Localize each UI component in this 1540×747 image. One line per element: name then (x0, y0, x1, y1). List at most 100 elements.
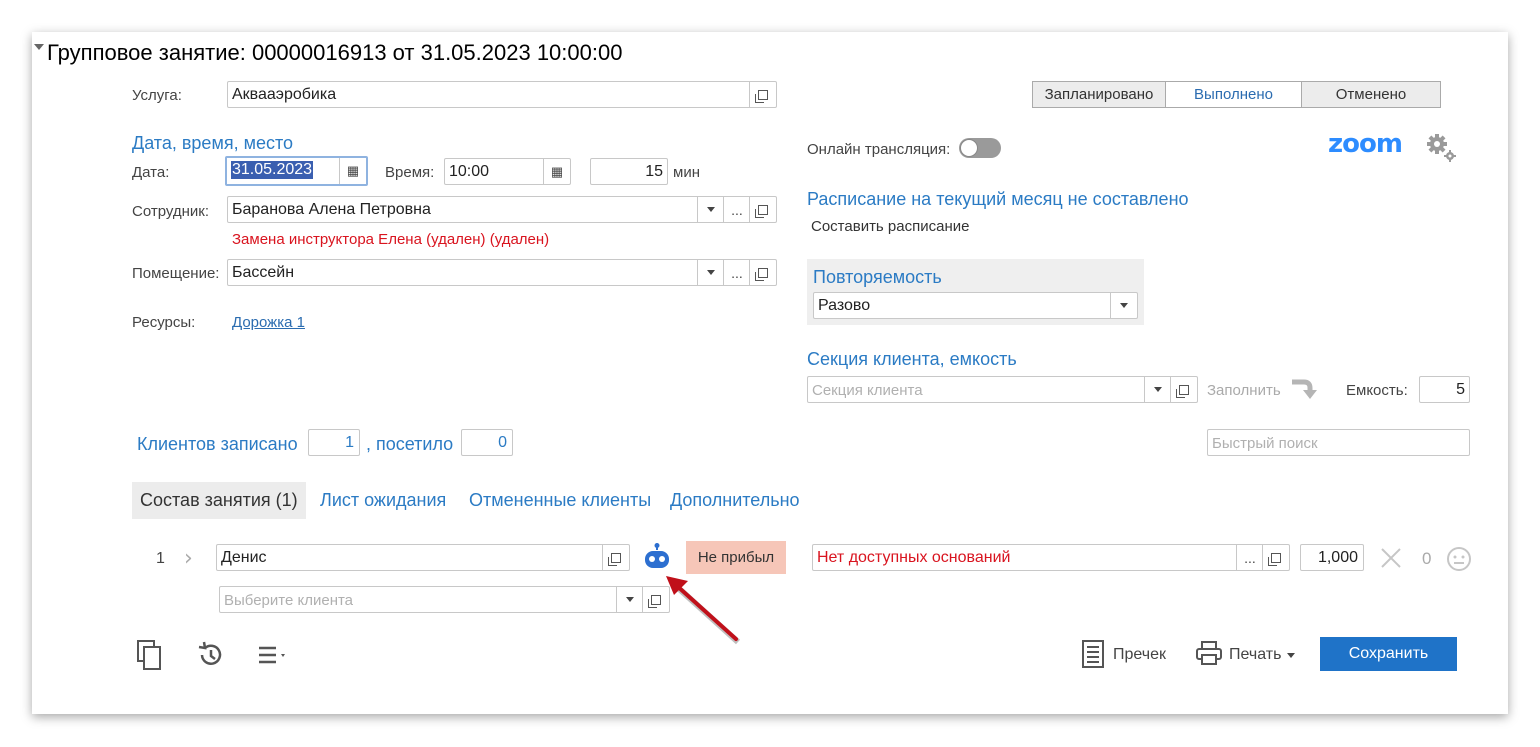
receipt-button[interactable]: Пречек (1113, 646, 1166, 664)
tab-canceled-clients[interactable]: Отмененные клиенты (469, 490, 651, 511)
open-icon (755, 89, 768, 103)
repeat-select[interactable]: Разово (813, 292, 1138, 319)
employee-label: Сотрудник: (132, 203, 210, 220)
status-canceled-button[interactable]: Отменено (1301, 81, 1441, 108)
zoom-logo: zoom (1328, 129, 1403, 159)
repeat-title: Повторяемость (813, 267, 942, 287)
duration-value: 15 (645, 163, 663, 180)
basis-open-button[interactable] (1262, 545, 1289, 570)
open-icon (608, 552, 621, 566)
registered-field[interactable]: 1 (308, 429, 360, 456)
quick-search-input[interactable]: Быстрый поиск (1207, 429, 1470, 456)
chevron-right-icon[interactable]: › (184, 546, 193, 571)
repeat-dropdown-button[interactable] (1110, 293, 1137, 318)
new-client-field[interactable]: Выберите клиента (219, 586, 670, 613)
chevron-down-icon[interactable] (1287, 653, 1295, 658)
date-field[interactable]: 31.05.2023 ▦ (225, 156, 368, 186)
room-dropdown-button[interactable] (697, 260, 724, 285)
section-field[interactable]: Секция клиента (807, 376, 1198, 403)
service-open-button[interactable] (749, 82, 776, 107)
status-done-button[interactable]: Выполнено (1165, 81, 1302, 108)
page-title: Групповое занятие: 00000016913 от 31.05.… (47, 40, 623, 65)
date-label: Дата: (132, 164, 170, 181)
section-open-button[interactable] (1170, 377, 1197, 402)
receipt-icon[interactable] (1081, 639, 1105, 673)
time-value: 10:00 (449, 163, 490, 180)
open-icon (755, 204, 768, 218)
visited-value: 0 (498, 434, 507, 451)
tab-lesson-composition[interactable]: Состав занятия (1) (132, 482, 306, 519)
client-value: Денис (221, 549, 267, 566)
resource-link[interactable]: Дорожка 1 (232, 314, 305, 331)
new-client-dropdown-button[interactable] (616, 587, 643, 612)
fill-arrow-icon[interactable] (1290, 376, 1318, 406)
employee-dropdown-button[interactable] (697, 197, 724, 222)
client-field[interactable]: Денис (216, 544, 630, 571)
room-value: Бассейн (232, 264, 295, 281)
chevron-down-icon (1154, 387, 1162, 392)
new-client-placeholder: Выберите клиента (224, 592, 354, 609)
gears-icon[interactable] (1426, 133, 1458, 169)
calendar-icon: ▦ (346, 163, 360, 178)
employee-select-button[interactable]: ... (723, 197, 750, 222)
client-open-button[interactable] (602, 545, 629, 570)
employee-value: Баранова Алена Петровна (232, 201, 431, 218)
room-open-button[interactable] (749, 260, 776, 285)
smiley-icon[interactable] (1446, 546, 1472, 576)
capacity-label: Емкость: (1346, 382, 1408, 399)
duration-field[interactable]: 15 (590, 158, 668, 185)
service-field[interactable]: Аквааэробика (227, 81, 777, 108)
status-planned-button[interactable]: Запланировано (1032, 81, 1166, 108)
copy-icon[interactable] (136, 639, 164, 675)
open-icon (1176, 384, 1189, 398)
chevron-down-icon (707, 207, 715, 212)
capacity-field[interactable]: 5 (1419, 376, 1470, 403)
more-menu-icon[interactable] (257, 644, 291, 670)
time-field[interactable]: 10:00 ▦ (444, 158, 571, 185)
ellipsis-icon: ... (731, 264, 743, 281)
room-field[interactable]: Бассейн ... (227, 259, 777, 286)
room-select-button[interactable]: ... (723, 260, 750, 285)
chevron-down-icon (1120, 303, 1128, 308)
time-picker-button[interactable]: ▦ (543, 159, 570, 184)
fill-button-label[interactable]: Заполнить (1207, 382, 1281, 399)
online-toggle[interactable] (959, 138, 1001, 158)
chevron-down-icon (626, 597, 634, 602)
datetime-section-title: Дата, время, место (132, 133, 294, 153)
print-button[interactable]: Печать (1229, 646, 1281, 664)
room-label: Помещение: (132, 265, 220, 282)
open-icon (1268, 552, 1281, 566)
employee-open-button[interactable] (749, 197, 776, 222)
section-dropdown-button[interactable] (1144, 377, 1171, 402)
section-placeholder: Секция клиента (812, 382, 923, 399)
history-icon[interactable] (196, 640, 226, 674)
tab-waiting-list[interactable]: Лист ожидания (320, 490, 446, 511)
make-schedule-link[interactable]: Составить расписание (811, 218, 969, 235)
registered-label: Клиентов записано (137, 434, 298, 454)
online-label: Онлайн трансляция: (807, 141, 951, 158)
resources-label: Ресурсы: (132, 314, 196, 331)
row-number: 1 (156, 550, 165, 567)
registered-value: 1 (345, 434, 354, 451)
date-value: 31.05.2023 (231, 161, 314, 179)
repeat-panel: Повторяемость Разово (807, 259, 1144, 325)
window-menu-marker[interactable] (34, 44, 44, 50)
save-button[interactable]: Сохранить (1320, 637, 1457, 671)
tab-additional[interactable]: Дополнительно (670, 490, 800, 511)
calendar-icon: ▦ (550, 163, 564, 179)
service-label: Услуга: (132, 87, 182, 104)
employee-field[interactable]: Баранова Алена Петровна ... (227, 196, 777, 223)
close-icon[interactable] (1379, 546, 1403, 574)
basis-field[interactable]: Нет доступных оснований ... (812, 544, 1290, 571)
toggle-knob (960, 139, 978, 157)
time-label: Время: (385, 164, 435, 181)
annotation-arrow (660, 567, 750, 651)
ellipsis-icon: ... (731, 201, 743, 218)
visited-field[interactable]: 0 (461, 429, 513, 456)
printer-icon[interactable] (1195, 640, 1223, 670)
quantity-field[interactable]: 1,000 (1300, 544, 1364, 571)
basis-select-button[interactable]: ... (1236, 545, 1263, 570)
quick-search-placeholder: Быстрый поиск (1212, 435, 1318, 452)
date-calendar-button[interactable]: ▦ (339, 158, 366, 184)
section-title: Секция клиента, емкость (807, 349, 1017, 369)
